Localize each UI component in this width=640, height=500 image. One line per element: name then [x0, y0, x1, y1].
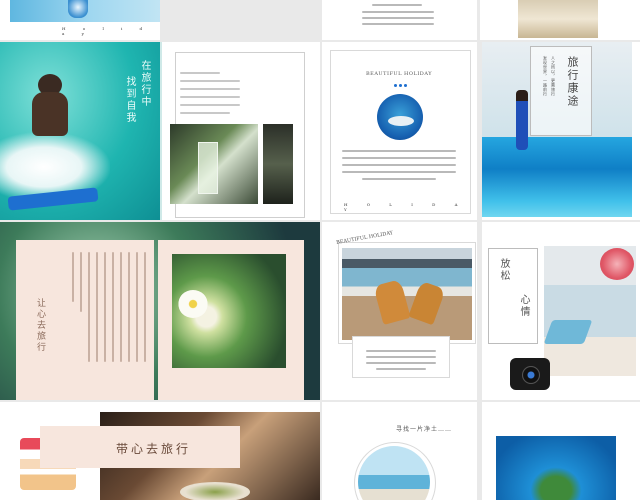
- subtitle-1: 人之所以，更需旅行: [551, 56, 556, 97]
- text-line: [180, 112, 230, 114]
- travel-heart-title: 让心去旅行: [35, 298, 45, 353]
- text-line: [180, 104, 240, 106]
- island-photo: [496, 436, 616, 500]
- slide-r2c2[interactable]: BEAUTIFUL HOLIDAY H O L I D A Y: [322, 42, 477, 220]
- dark-strip-photo: [263, 124, 293, 204]
- camera-icon: [510, 358, 550, 390]
- slide-r4c3[interactable]: [482, 402, 640, 500]
- sand-photo: [518, 0, 598, 38]
- title-box: [530, 46, 592, 136]
- text-line: [376, 368, 426, 370]
- slide-r2c3[interactable]: 旅行康途 人之所以，更需旅行 发现世界，一路前行: [482, 42, 640, 220]
- text-line: [342, 164, 456, 166]
- slide-r4c1[interactable]: 带心去旅行: [0, 402, 320, 500]
- text-column: [96, 252, 98, 362]
- text-line: [366, 350, 436, 352]
- flower-bloom: [178, 290, 208, 318]
- pure-land-heading: 寻找一片净土……: [396, 426, 453, 433]
- text-column: [88, 252, 90, 362]
- text-column: [104, 252, 106, 362]
- text-line: [342, 157, 456, 159]
- text-line: [180, 88, 240, 90]
- slide-r4c2[interactable]: 寻找一片净土……: [322, 402, 477, 500]
- text-column: [128, 252, 130, 362]
- text-line: [362, 23, 434, 25]
- slide-r3c2[interactable]: BEAUTIFUL HOLIDAY: [322, 222, 477, 400]
- island-shape: [388, 116, 414, 126]
- carry-heart-title: 带心去旅行: [116, 442, 192, 456]
- text-line: [342, 171, 456, 173]
- relax-title: 放松: [498, 258, 509, 282]
- text-line: [372, 4, 422, 6]
- text-line: [362, 11, 434, 13]
- title-col-2: 找到自我: [124, 76, 135, 124]
- text-line: [180, 96, 240, 98]
- text-line: [180, 80, 240, 82]
- slide-r1c3[interactable]: [480, 0, 640, 40]
- diver-body: [32, 92, 68, 136]
- text-column: [120, 252, 122, 362]
- subtitle-2: 发现世界，一路前行: [543, 56, 548, 97]
- slide-r1c1[interactable]: H o l i d a y: [0, 0, 160, 40]
- drink-glass-photo: [68, 0, 88, 18]
- slide-r2c1[interactable]: 在旅行中 找到自我: [0, 42, 320, 220]
- text-line: [362, 17, 434, 19]
- text-column: [144, 252, 146, 362]
- beautiful-holiday-heading: BEAUTIFUL HOLIDAY: [366, 71, 433, 77]
- woman-figure: [516, 90, 528, 150]
- text-line: [366, 362, 436, 364]
- text-line: [180, 72, 220, 74]
- text-line: [342, 150, 456, 152]
- slide-r3c3[interactable]: 放松 心情: [482, 222, 640, 400]
- sea-photo: [482, 137, 632, 217]
- holiday-bottom-label: H O L I D A Y: [344, 202, 467, 212]
- holiday-caption: H o l i d a y: [62, 26, 151, 36]
- slide-r1c2[interactable]: [322, 0, 477, 40]
- text-line: [366, 356, 436, 358]
- text-column: [112, 252, 114, 362]
- travel-title: 旅行康途: [566, 56, 579, 108]
- text-column: [72, 252, 74, 302]
- title-col-1: 在旅行中: [139, 60, 150, 108]
- slide-r3c1[interactable]: 让心去旅行: [0, 222, 320, 400]
- text-column: [136, 252, 138, 362]
- glass-shape: [198, 142, 218, 194]
- teal-panel: [160, 42, 162, 220]
- text-column: [80, 252, 82, 312]
- dish-photo: [180, 482, 250, 500]
- mood-title: 心情: [518, 294, 529, 318]
- starfish-photo: [342, 248, 472, 340]
- dot-indicators: [394, 84, 408, 88]
- text-line: [362, 178, 436, 180]
- umbrella-shape: [600, 248, 634, 280]
